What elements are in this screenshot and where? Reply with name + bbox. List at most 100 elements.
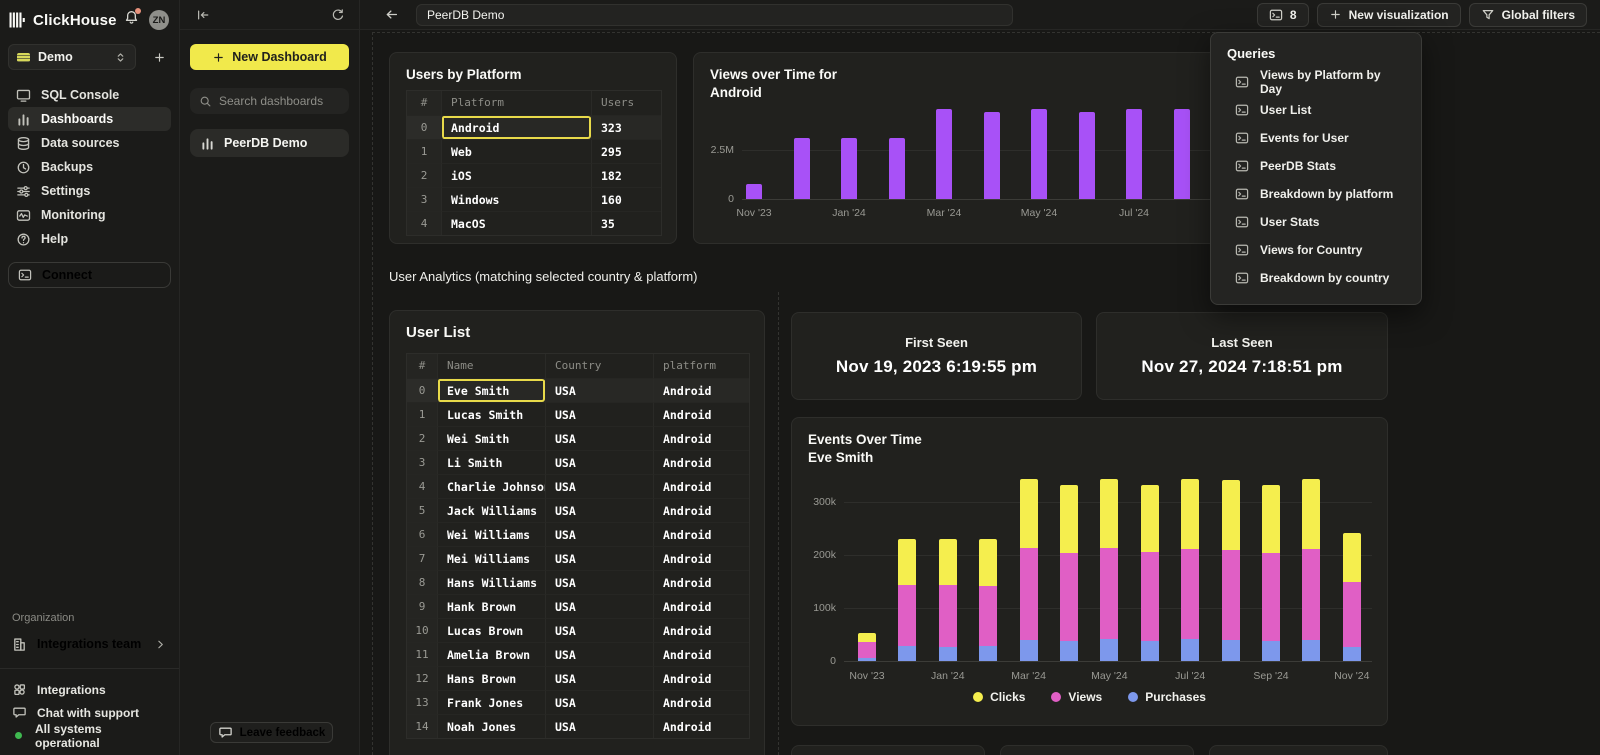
table-row[interactable]: 1Lucas SmithUSAAndroid <box>407 402 749 426</box>
table-cell: USA <box>545 714 653 738</box>
table-row[interactable]: 2iOS182 <box>407 163 661 187</box>
table-row[interactable]: 3Li SmithUSAAndroid <box>407 450 749 474</box>
segment-clicks <box>1302 479 1320 549</box>
dashboard-title-input[interactable]: PeerDB Demo <box>416 4 1013 26</box>
row-index: 0 <box>407 378 437 402</box>
stacked-bar-jul-24[interactable] <box>1181 479 1199 661</box>
footer-item-all-systems-operational[interactable]: All systems operational <box>12 724 167 747</box>
sidebar-item-settings[interactable]: Settings <box>8 179 171 203</box>
avatar[interactable]: ZN <box>149 10 169 30</box>
global-filters-button[interactable]: Global filters <box>1469 3 1587 27</box>
stacked-bar-nov-24[interactable] <box>1343 533 1361 661</box>
leave-feedback-button[interactable]: Leave feedback <box>210 722 333 743</box>
stacked-bar-may-24[interactable] <box>1100 479 1118 661</box>
collapse-panel-icon[interactable] <box>196 8 210 22</box>
new-dashboard-button[interactable]: New Dashboard <box>190 44 349 70</box>
query-item-breakdown-by-country[interactable]: Breakdown by country <box>1211 264 1421 292</box>
bar-nov-23[interactable] <box>746 184 762 199</box>
table-row[interactable]: 2Wei SmithUSAAndroid <box>407 426 749 450</box>
bar-jun-24[interactable] <box>1079 112 1095 199</box>
query-item-peerdb-stats[interactable]: PeerDB Stats <box>1211 152 1421 180</box>
new-visualization-button[interactable]: New visualization <box>1317 3 1461 27</box>
segment-clicks <box>1141 485 1159 552</box>
bar-jul-24[interactable] <box>1126 109 1142 199</box>
stacked-bar-dec-23[interactable] <box>898 539 916 661</box>
row-index: 4 <box>407 474 437 498</box>
refresh-icon[interactable] <box>331 8 345 22</box>
table-row[interactable]: 12Hans BrownUSAAndroid <box>407 666 749 690</box>
stacked-bar-jun-24[interactable] <box>1141 485 1159 661</box>
table-row[interactable]: 4MacOS35 <box>407 211 661 235</box>
query-item-views-for-country[interactable]: Views for Country <box>1211 236 1421 264</box>
query-item-views-by-platform-by-day[interactable]: Views by Platform by Day <box>1211 68 1421 96</box>
stacked-bar-jan-24[interactable] <box>939 539 957 661</box>
legend-item-clicks[interactable]: Clicks <box>973 690 1025 704</box>
sidebar-item-backups[interactable]: Backups <box>8 155 171 179</box>
table-cell: Jack Williams <box>437 498 545 522</box>
sidebar-item-monitoring[interactable]: Monitoring <box>8 203 171 227</box>
table-row[interactable]: 3Windows160 <box>407 187 661 211</box>
table-row[interactable]: 5Jack WilliamsUSAAndroid <box>407 498 749 522</box>
notifications-button[interactable] <box>124 10 139 30</box>
query-item-user-list[interactable]: User List <box>1211 96 1421 124</box>
back-button[interactable] <box>384 7 399 22</box>
table-row[interactable]: 1Web295 <box>407 139 661 163</box>
x-axis-tick: Nov '23 <box>849 670 884 682</box>
legend-label: Clicks <box>990 690 1025 704</box>
table-cell: Lucas Brown <box>437 618 545 642</box>
footer-item-integrations[interactable]: Integrations <box>12 678 167 701</box>
table-row[interactable]: 7Mei WilliamsUSAAndroid <box>407 546 749 570</box>
stacked-bar-oct-24[interactable] <box>1302 479 1320 661</box>
table-row[interactable]: 14Noah JonesUSAAndroid <box>407 714 749 738</box>
table-row[interactable]: 13Frank JonesUSAAndroid <box>407 690 749 714</box>
service-select[interactable]: Demo <box>8 44 136 70</box>
table-row[interactable]: 10Lucas BrownUSAAndroid <box>407 618 749 642</box>
query-item-breakdown-by-platform[interactable]: Breakdown by platform <box>1211 180 1421 208</box>
table-cell: Amelia Brown <box>437 642 545 666</box>
stacked-bar-sep-24[interactable] <box>1262 485 1280 661</box>
legend-item-views[interactable]: Views <box>1051 690 1102 704</box>
query-item-label: PeerDB Stats <box>1260 159 1336 173</box>
legend-label: Views <box>1068 690 1102 704</box>
segment-clicks <box>1100 479 1118 548</box>
sidebar-item-dashboards[interactable]: Dashboards <box>8 107 171 131</box>
table-cell: Android <box>653 522 749 546</box>
table-row[interactable]: 0Android323 <box>407 115 661 139</box>
bar-jan-24[interactable] <box>841 138 857 199</box>
search-dashboards-input[interactable]: Search dashboards <box>190 88 349 114</box>
table-row[interactable]: 11Amelia BrownUSAAndroid <box>407 642 749 666</box>
segment-purchases <box>1181 639 1199 661</box>
queries-icon <box>1269 8 1283 22</box>
stacked-bar-nov-23[interactable] <box>858 633 876 661</box>
table-row[interactable]: 8Hans WilliamsUSAAndroid <box>407 570 749 594</box>
stacked-bar-mar-24[interactable] <box>1020 479 1038 661</box>
query-item-events-for-user[interactable]: Events for User <box>1211 124 1421 152</box>
add-service-button[interactable] <box>147 45 171 69</box>
sidebar-item-integrations-team[interactable]: Integrations team <box>8 632 171 656</box>
sidebar-item-data-sources[interactable]: Data sources <box>8 131 171 155</box>
table-row[interactable]: 9Hank BrownUSAAndroid <box>407 594 749 618</box>
row-index: 3 <box>407 450 437 474</box>
legend-item-purchases[interactable]: Purchases <box>1128 690 1206 704</box>
bar-apr-24[interactable] <box>984 112 1000 199</box>
bar-mar-24[interactable] <box>936 109 952 199</box>
bar-feb-24[interactable] <box>889 138 905 199</box>
dashboard-item-peerdb-demo[interactable]: PeerDB Demo <box>190 129 349 157</box>
query-item-user-stats[interactable]: User Stats <box>1211 208 1421 236</box>
bar-dec-23[interactable] <box>794 138 810 199</box>
stacked-bar-apr-24[interactable] <box>1060 485 1078 661</box>
first-seen-card: First Seen Nov 19, 2023 6:19:55 pm <box>791 312 1082 400</box>
stacked-bar-feb-24[interactable] <box>979 539 997 661</box>
stacked-bar-aug-24[interactable] <box>1222 480 1240 661</box>
bar-may-24[interactable] <box>1031 109 1047 199</box>
sidebar-item-sql-console[interactable]: SQL Console <box>8 83 171 107</box>
queries-count-button[interactable]: 8 <box>1257 3 1309 27</box>
sidebar-item-help[interactable]: Help <box>8 227 171 251</box>
bar-aug-24[interactable] <box>1174 109 1190 199</box>
table-row[interactable]: 6Wei WilliamsUSAAndroid <box>407 522 749 546</box>
connect-button[interactable]: Connect <box>8 262 171 288</box>
dashboard-icon <box>200 136 215 151</box>
table-row[interactable]: 4Charlie JohnsonUSAAndroid <box>407 474 749 498</box>
table-row[interactable]: 0Eve SmithUSAAndroid <box>407 378 749 402</box>
table-cell: 182 <box>591 163 661 187</box>
